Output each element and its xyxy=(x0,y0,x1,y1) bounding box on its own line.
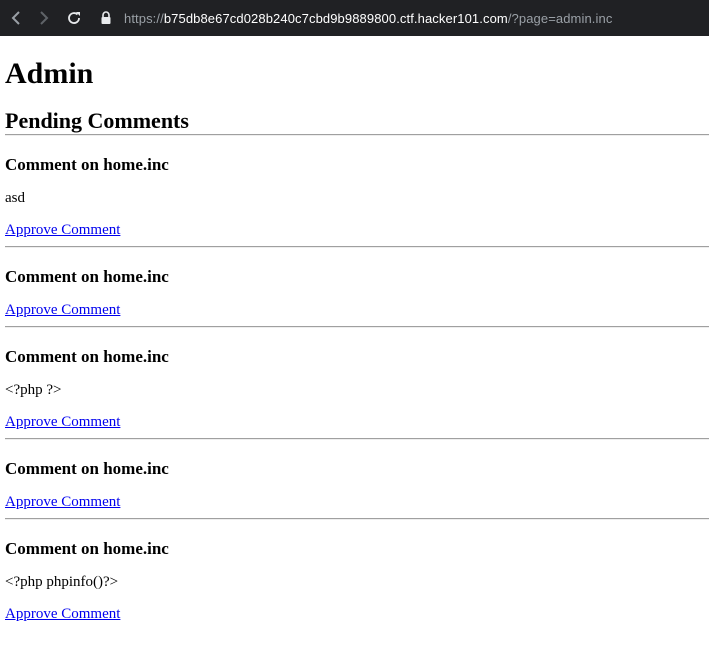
comment-body: <?php ?> xyxy=(5,382,62,398)
page-content: Admin Pending Comments Comment on home.i… xyxy=(0,57,709,630)
lock-icon xyxy=(96,11,116,25)
comment-body: <?php phpinfo()?> xyxy=(5,574,119,590)
reload-icon xyxy=(68,12,80,24)
approve-comment-link[interactable]: Approve Comment xyxy=(5,413,120,431)
url-host: b75db8e67cd028b240c7cbd9b9889800.ctf.hac… xyxy=(163,10,508,26)
comment-item: Comment on home.inc <?php ?> Approve Com… xyxy=(5,347,709,438)
chevron-left-icon xyxy=(11,11,20,25)
comment-body: asd xyxy=(5,190,25,206)
url-scheme: https:// xyxy=(124,10,164,26)
comment-heading: Comment on home.inc xyxy=(5,347,169,366)
url-path: /?page=admin.inc xyxy=(507,10,613,26)
approve-comment-link[interactable]: Approve Comment xyxy=(5,605,120,623)
reload-button[interactable] xyxy=(60,0,88,36)
forward-button[interactable] xyxy=(30,0,58,36)
comment-heading: Comment on home.inc xyxy=(5,539,169,558)
address-bar[interactable]: https://b75db8e67cd028b240c7cbd9b9889800… xyxy=(96,0,612,36)
page-title: Admin xyxy=(5,57,94,90)
browser-toolbar: https://b75db8e67cd028b240c7cbd9b9889800… xyxy=(0,0,709,36)
comment-item: Comment on home.inc Approve Comment xyxy=(5,459,709,518)
divider xyxy=(5,438,709,440)
approve-comment-link[interactable]: Approve Comment xyxy=(5,493,120,511)
approve-comment-link[interactable]: Approve Comment xyxy=(5,221,120,239)
url-text: https://b75db8e67cd028b240c7cbd9b9889800… xyxy=(124,11,612,26)
comment-item: Comment on home.inc asd Approve Comment xyxy=(5,155,709,246)
divider xyxy=(5,518,709,520)
comment-heading: Comment on home.inc xyxy=(5,155,169,174)
back-button[interactable] xyxy=(2,0,30,36)
approve-comment-link[interactable]: Approve Comment xyxy=(5,301,120,319)
section-title: Pending Comments xyxy=(5,108,189,133)
comment-item: Comment on home.inc <?php phpinfo()?> Ap… xyxy=(5,539,709,630)
comment-heading: Comment on home.inc xyxy=(5,267,169,286)
divider xyxy=(5,326,709,328)
comment-item: Comment on home.inc Approve Comment xyxy=(5,267,709,326)
comment-heading: Comment on home.inc xyxy=(5,459,169,478)
divider xyxy=(5,246,709,248)
divider xyxy=(5,134,709,136)
chevron-right-icon xyxy=(40,11,49,25)
